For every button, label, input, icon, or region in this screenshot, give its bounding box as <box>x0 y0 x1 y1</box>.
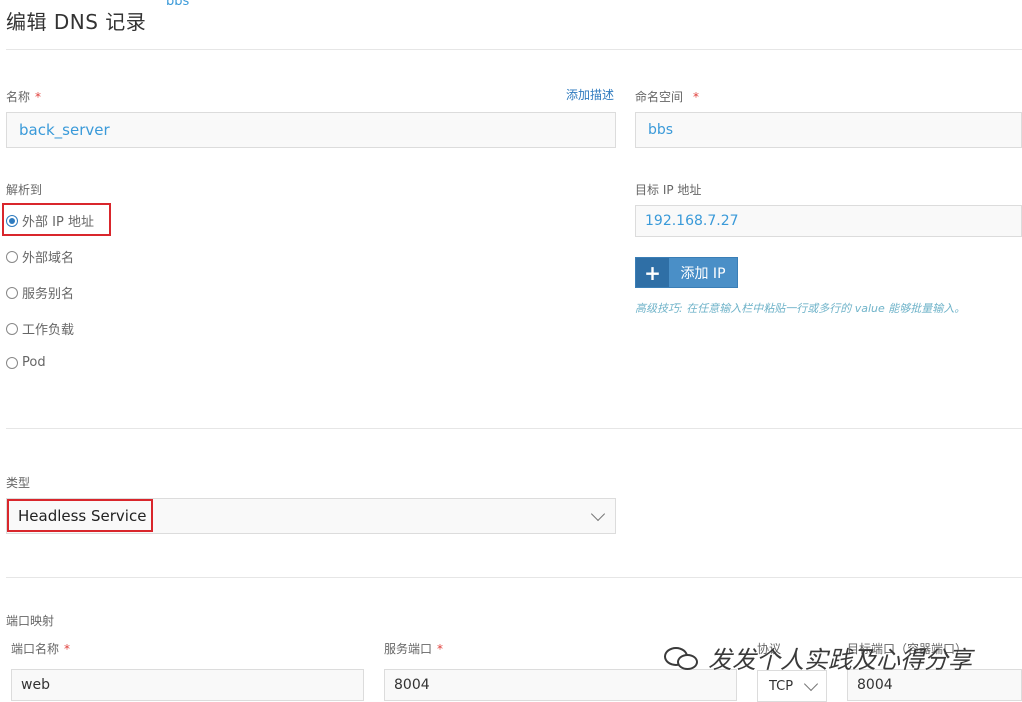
radio-workload[interactable]: 工作负载 <box>6 319 74 338</box>
type-label: 类型 <box>6 476 31 490</box>
target-port-input[interactable]: 8004 <box>847 669 1022 701</box>
namespace-label: 命名空间 * <box>635 88 699 105</box>
section-divider <box>6 577 1022 578</box>
section-divider <box>6 428 1022 429</box>
radio-icon[interactable] <box>6 356 18 369</box>
target-ip-input[interactable]: 192.168.7.27 <box>635 205 1022 237</box>
required-mark: * <box>693 90 700 104</box>
port-name-input[interactable]: web <box>11 669 364 701</box>
header-divider <box>6 49 1022 50</box>
add-description-link[interactable]: 添加描述 <box>566 86 614 103</box>
radio-label: 工作负载 <box>22 323 75 338</box>
radio-label: Pod <box>22 355 46 370</box>
name-input[interactable]: back_server <box>6 112 616 148</box>
bulk-input-tip: 高级技巧: 在任意输入栏中粘贴一行或多行的 value 能够批量输入。 <box>635 302 966 315</box>
port-mapping-label: 端口映射 <box>6 614 55 628</box>
radio-external-domain[interactable]: 外部域名 <box>6 247 74 266</box>
radio-label: 服务别名 <box>22 287 75 302</box>
wechat-bubble-small <box>677 653 698 670</box>
add-ip-button-label: 添加 IP <box>680 265 726 282</box>
service-port-input[interactable]: 8004 <box>384 669 737 701</box>
target-port-header: 目标端口（容器端口） <box>847 642 968 656</box>
radio-icon[interactable] <box>6 322 18 335</box>
service-port-header-text: 服务端口 <box>384 642 433 656</box>
name-label-text: 名称 <box>6 90 31 104</box>
protocol-header: 协议 <box>757 642 782 656</box>
protocol-select-value: TCP <box>769 678 794 694</box>
required-mark: * <box>437 642 444 656</box>
name-label: 名称 * <box>6 88 41 105</box>
chevron-down-icon <box>590 506 606 522</box>
port-name-header-text: 端口名称 <box>11 642 60 656</box>
required-mark: * <box>64 642 71 656</box>
required-mark: * <box>35 90 42 104</box>
plus-icon: + <box>636 258 669 287</box>
target-ip-label: 目标 IP 地址 <box>635 183 702 197</box>
service-port-header: 服务端口 * <box>384 640 443 657</box>
wechat-icon <box>662 643 702 673</box>
namespace-label-text: 命名空间 <box>635 90 684 104</box>
radio-pod[interactable]: Pod <box>6 355 46 370</box>
radio-external-ip[interactable]: 外部 IP 地址 <box>6 211 94 230</box>
radio-checked-icon[interactable] <box>6 214 18 227</box>
page-title: 编辑 DNS 记录 <box>6 10 147 34</box>
wechat-bubble-large <box>664 646 688 666</box>
radio-label: 外部 IP 地址 <box>22 215 94 230</box>
namespace-badge: bbs <box>166 0 190 9</box>
resolve-to-label: 解析到 <box>6 183 43 197</box>
namespace-input[interactable]: bbs <box>635 112 1022 148</box>
port-name-header: 端口名称 * <box>11 640 70 657</box>
radio-service-alias[interactable]: 服务别名 <box>6 283 74 302</box>
type-select-value: Headless Service <box>18 507 147 525</box>
chevron-down-icon <box>803 676 819 692</box>
radio-label: 外部域名 <box>22 251 75 266</box>
radio-icon[interactable] <box>6 250 18 263</box>
type-select[interactable]: Headless Service <box>6 498 616 534</box>
add-ip-button[interactable]: + 添加 IP <box>635 257 738 288</box>
protocol-select[interactable]: TCP <box>757 670 827 702</box>
radio-icon[interactable] <box>6 286 18 299</box>
